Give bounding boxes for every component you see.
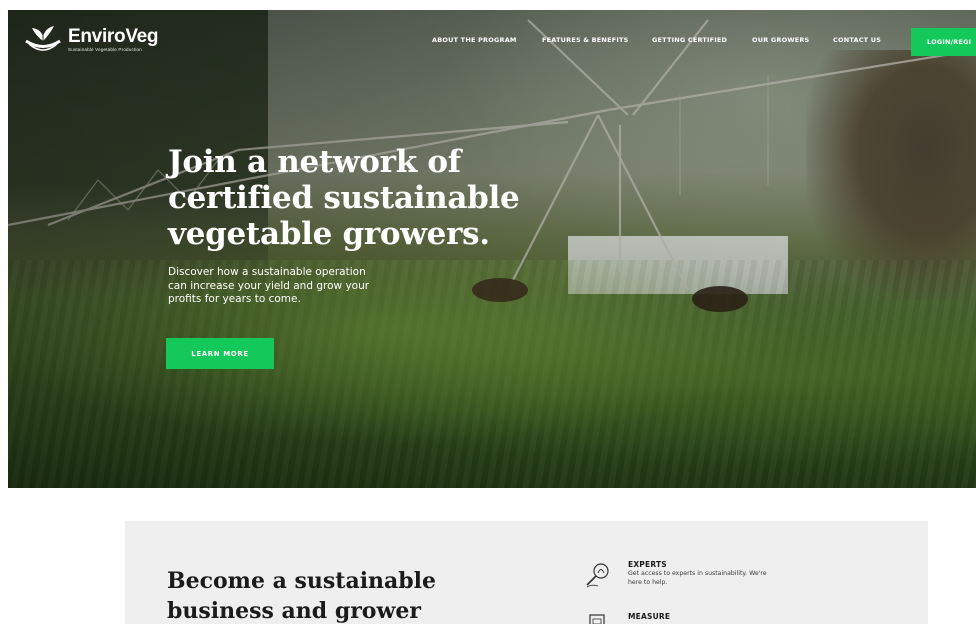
feature-title: MEASURE bbox=[628, 612, 671, 621]
hero-subtext-line: Discover how a sustainable operation bbox=[168, 266, 366, 278]
benefits-title-line: business and grower bbox=[167, 598, 422, 624]
hero-headline-line: vegetable growers. bbox=[168, 216, 490, 252]
hero-subtext-line: profits for years to come. bbox=[168, 293, 301, 305]
feature-description-line: here to help. bbox=[628, 578, 668, 586]
expert-magnifier-icon bbox=[586, 563, 609, 588]
site-logo[interactable]: EnviroVeg Sustainable Vegetable Producti… bbox=[22, 22, 159, 56]
nav-contact-us[interactable]: CONTACT US bbox=[833, 36, 881, 44]
feature-description-line: Get access to experts in sustainability.… bbox=[628, 570, 767, 577]
hero-subtext: Discover how a sustainable operation can… bbox=[168, 266, 408, 307]
feature-title: EXPERTS bbox=[628, 560, 667, 569]
nav-getting-certified[interactable]: GETTING CERTIFIED bbox=[652, 36, 727, 44]
hero-headline-line: Join a network of bbox=[168, 144, 461, 180]
feature-measure: MEASURE bbox=[584, 612, 784, 624]
hero-headline-line: certified sustainable bbox=[168, 180, 520, 216]
leaf-bowl-logo-icon bbox=[25, 26, 61, 51]
hero-headline: Join a network of certified sustainable … bbox=[168, 144, 548, 252]
nav-our-growers[interactable]: OUR GROWERS bbox=[752, 36, 809, 44]
brand-name: EnviroVeg bbox=[68, 25, 159, 47]
nav-features-benefits[interactable]: FEATURES & BENEFITS bbox=[542, 36, 629, 44]
measure-clipboard-icon bbox=[589, 614, 605, 624]
benefits-title: Become a sustainable business and grower bbox=[167, 566, 497, 624]
hero-subtext-line: can increase your yield and grow your bbox=[168, 279, 370, 292]
brand-tagline: Sustainable Vegetable Production bbox=[68, 46, 142, 52]
learn-more-button[interactable]: LEARN MORE bbox=[166, 338, 274, 369]
benefits-title-line: Become a sustainable bbox=[167, 568, 437, 594]
login-register-button[interactable]: LOGIN/REGI bbox=[911, 28, 976, 56]
nav-about-program[interactable]: ABOUT THE PROGRAM bbox=[432, 36, 517, 44]
feature-experts: EXPERTS Get access to experts in sustain… bbox=[584, 560, 784, 590]
feature-description: Get access to experts in sustainability.… bbox=[628, 570, 813, 587]
